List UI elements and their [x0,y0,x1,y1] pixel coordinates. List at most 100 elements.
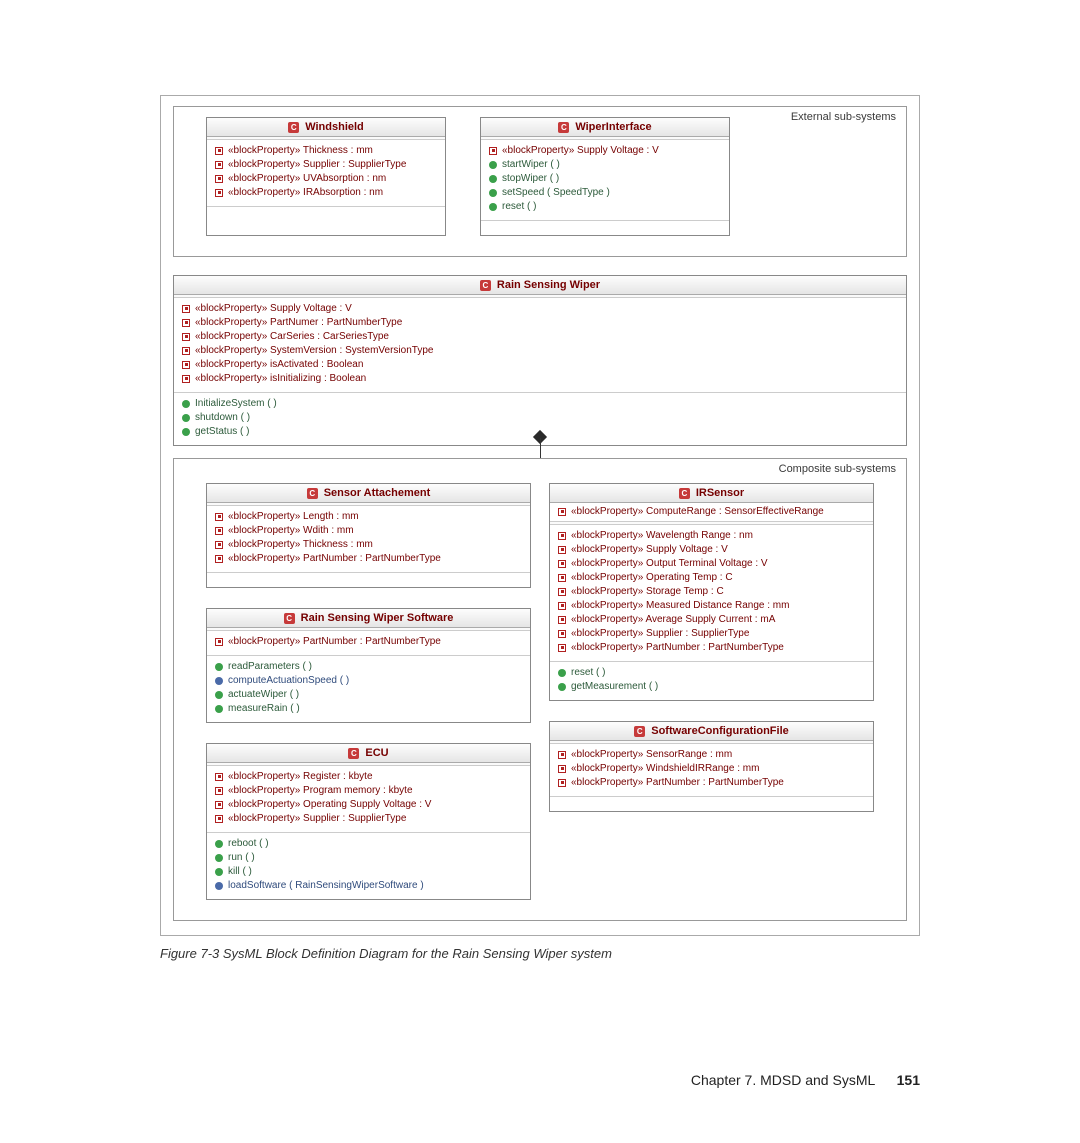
op-item: stopWiper ( ) [489,172,721,186]
op-item: readParameters ( ) [215,660,522,674]
prop-icon [558,546,566,554]
prop-item: «blockProperty» Wavelength Range : nm [558,529,865,543]
prop-item: «blockProperty» Storage Temp : C [558,585,865,599]
prop-icon [558,574,566,582]
op-item: getMeasurement ( ) [558,680,865,694]
col-right: C IRSensor «blockProperty» ComputeRange … [549,483,874,822]
prop-icon [182,319,190,327]
package-label-external: External sub-systems [791,111,896,123]
op-icon [215,663,223,671]
op-icon [215,854,223,862]
prop-icon [558,532,566,540]
prop-item: «blockProperty» CarSeries : CarSeriesTyp… [182,330,898,344]
composite-row: C Sensor Attachement «blockProperty» Len… [182,483,898,910]
class-icon: C [480,280,491,291]
op-icon [215,677,223,685]
prop-icon [182,375,190,383]
prop-icon [215,638,223,646]
op-item: run ( ) [215,851,522,865]
class-icon: C [348,748,359,759]
footer-page-number: 151 [897,1072,920,1088]
page-footer: Chapter 7. MDSD and SysML 151 [691,1072,920,1088]
block-header: C SoftwareConfigurationFile [550,722,873,741]
prop-item: «blockProperty» Operating Temp : C [558,571,865,585]
op-item: InitializeSystem ( ) [182,397,898,411]
prop-item: «blockProperty» Measured Distance Range … [558,599,865,613]
op-icon [215,868,223,876]
op-icon [489,161,497,169]
prop-item: «blockProperty» Length : mm [215,510,522,524]
package-label-composite: Composite sub-systems [779,463,896,475]
prop-item: «blockProperty» Supply Voltage : V [182,302,898,316]
prop-item: «blockProperty» Supply Voltage : V [489,144,721,158]
block-header: C ECU [207,744,530,763]
prop-item: «blockProperty» Supplier : SupplierType [215,812,522,826]
prop-item: «blockProperty» PartNumber : PartNumberT… [558,641,865,655]
prop-icon [182,305,190,313]
prop-item: «blockProperty» Operating Supply Voltage… [215,798,522,812]
prop-item: «blockProperty» PartNumber : PartNumberT… [558,776,865,790]
prop-item: «blockProperty» PartNumber : PartNumberT… [215,635,522,649]
block-header: C Windshield [207,118,445,137]
block-ops: reset ( ) getMeasurement ( ) [550,662,873,700]
prop-item: «blockProperty» PartNumer : PartNumberTy… [182,316,898,330]
block-props: «blockProperty» Supply Voltage : V start… [481,140,729,221]
block-title: Sensor Attachement [324,487,431,499]
op-item: reboot ( ) [215,837,522,851]
prop-icon [215,815,223,823]
block-rain-sensing-wiper: C Rain Sensing Wiper «blockProperty» Sup… [173,275,907,446]
prop-icon [558,630,566,638]
op-icon [215,882,223,890]
prop-item: «blockProperty» Register : kbyte [215,770,522,784]
block-title: Rain Sensing Wiper Software [301,612,454,624]
class-icon: C [288,122,299,133]
prop-item: «blockProperty» isActivated : Boolean [182,358,898,372]
package-external: External sub-systems C Windshield «block… [173,106,907,257]
package-composite: Composite sub-systems C Sensor Attacheme… [173,458,907,921]
block-header: C Rain Sensing Wiper Software [207,609,530,628]
block-ops: readParameters ( ) computeActuationSpeed… [207,656,530,722]
op-icon [215,840,223,848]
prop-item: «blockProperty» PartNumber : PartNumberT… [215,552,522,566]
class-icon: C [307,488,318,499]
prop-item: «blockProperty» Wdith : mm [215,524,522,538]
prop-icon [558,588,566,596]
op-item: measureRain ( ) [215,702,522,716]
op-icon [182,414,190,422]
prop-icon [215,787,223,795]
prop-icon [558,508,566,516]
block-ops: reboot ( ) run ( ) kill ( ) loadSoftware… [207,833,530,899]
prop-icon [215,541,223,549]
block-header: C Sensor Attachement [207,484,530,503]
connector-line [540,438,541,460]
block-empty [550,797,873,811]
figure-caption: Figure 7-3 SysML Block Definition Diagra… [160,946,920,961]
prop-item: «blockProperty» WindshieldIRRange : mm [558,762,865,776]
prop-icon [558,644,566,652]
class-icon: C [634,726,645,737]
block-title: SoftwareConfigurationFile [651,725,789,737]
block-windshield: C Windshield «blockProperty» Thickness :… [206,117,446,236]
op-icon [182,400,190,408]
prop-icon [558,560,566,568]
block-title: Windshield [305,121,364,133]
prop-icon [215,175,223,183]
prop-item: «blockProperty» IRAbsorption : nm [215,186,437,200]
composition-connector [173,438,907,460]
block-title: Rain Sensing Wiper [497,279,600,291]
prop-icon [215,161,223,169]
block-header: C IRSensor [550,484,873,503]
prop-item: «blockProperty» ComputeRange : SensorEff… [558,505,865,519]
prop-item: «blockProperty» Thickness : mm [215,144,437,158]
block-irsensor: C IRSensor «blockProperty» ComputeRange … [549,483,874,701]
block-title: IRSensor [696,487,744,499]
block-props: «blockProperty» Length : mm «blockProper… [207,506,530,573]
prop-icon [215,773,223,781]
block-empty [207,573,530,587]
prop-item: «blockProperty» SystemVersion : SystemVe… [182,344,898,358]
prop-icon [215,147,223,155]
row-external: C Windshield «blockProperty» Thickness :… [182,113,898,246]
prop-item: «blockProperty» Supplier : SupplierType [215,158,437,172]
prop-item: «blockProperty» Average Supply Current :… [558,613,865,627]
prop-item: «blockProperty» Supplier : SupplierType [558,627,865,641]
